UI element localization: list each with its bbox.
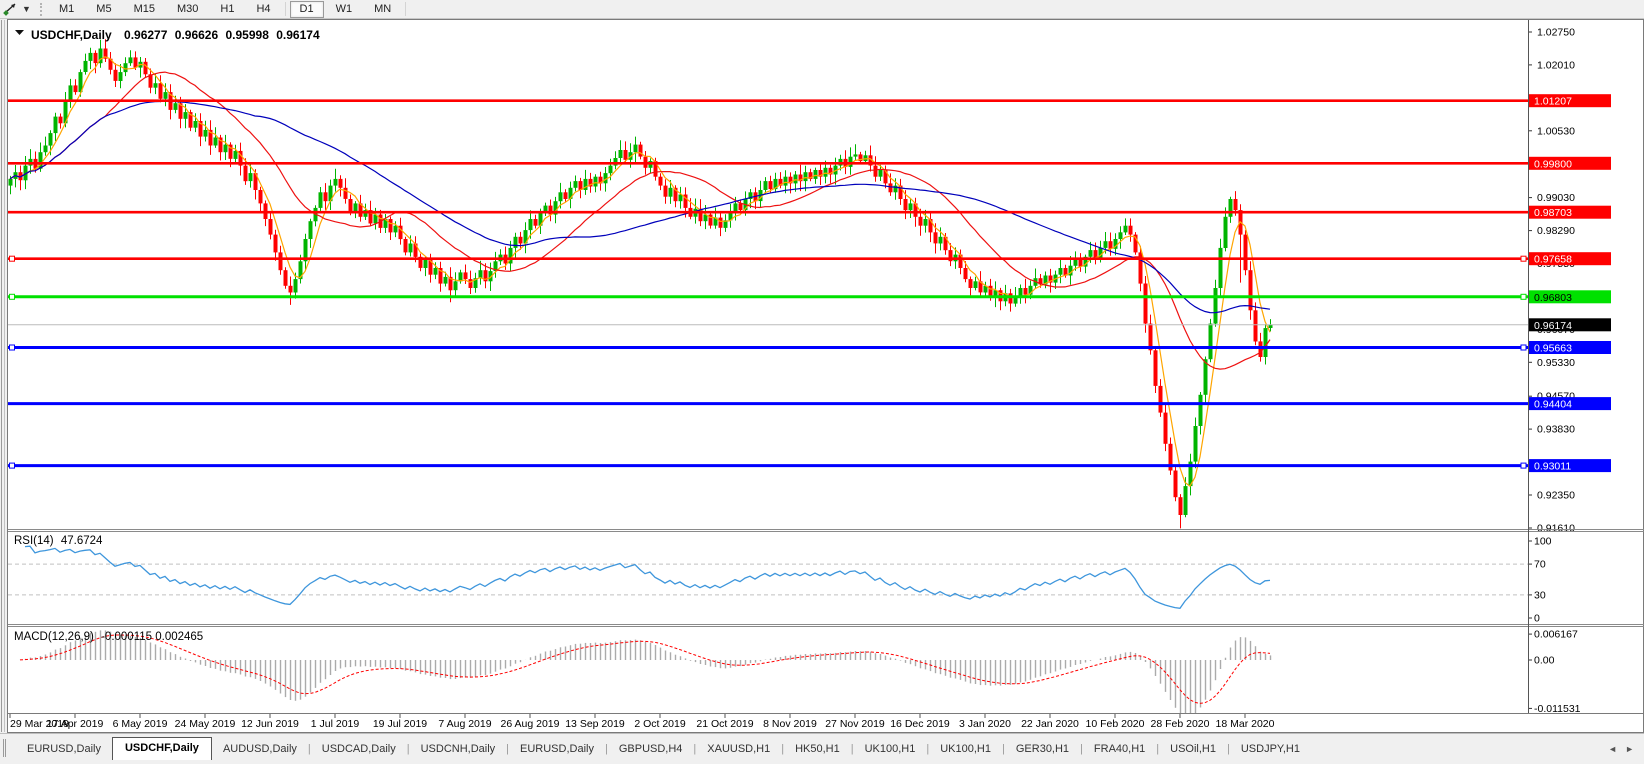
date-tick-label: 12 Jun 2019 (241, 718, 299, 730)
rsi-tick-label: 70 (1534, 559, 1546, 571)
date-tick-label: 3 Jan 2020 (959, 718, 1011, 730)
timeframe-button-m15[interactable]: M15 (124, 1, 165, 18)
price-tick-label: 0.93830 (1537, 424, 1575, 436)
price-tick-label: 1.02010 (1537, 59, 1575, 71)
chart-tab-usdchf-daily[interactable]: USDCHF,Daily (112, 737, 212, 760)
date-tick-label: 26 Aug 2019 (501, 718, 560, 730)
price-level-badge: 0.96803 (1534, 292, 1572, 304)
tab-navigation: ◄ ► (1608, 744, 1644, 760)
title-low: 0.95998 (226, 28, 270, 42)
chart-tab-uk100-h1[interactable]: UK100,H1 (854, 739, 927, 760)
timeframe-button-w1[interactable]: W1 (326, 1, 363, 18)
date-tick-label: 17 Apr 2019 (47, 718, 104, 730)
date-tick-label: 6 May 2019 (113, 718, 168, 730)
date-tick-label: 10 Feb 2020 (1086, 718, 1145, 730)
timeframe-button-mn[interactable]: MN (364, 1, 401, 18)
level-handle[interactable] (1521, 345, 1526, 350)
tabbar-grip (3, 739, 6, 757)
chart-tab-xauusd-h1[interactable]: XAUUSD,H1 (696, 739, 781, 760)
price-tick-label: 0.92350 (1537, 490, 1575, 502)
timeframe-button-h1[interactable]: H1 (210, 1, 244, 18)
price-level-badge: 0.98703 (1534, 207, 1572, 219)
date-tick-label: 27 Nov 2019 (825, 718, 885, 730)
chart-tab-ger30-h1[interactable]: GER30,H1 (1005, 739, 1080, 760)
level-handle[interactable] (1521, 256, 1526, 261)
date-tick-label: 18 Mar 2020 (1216, 718, 1275, 730)
date-tick-label: 13 Sep 2019 (565, 718, 625, 730)
date-tick-label: 24 May 2019 (175, 718, 236, 730)
date-tick-label: 16 Dec 2019 (890, 718, 950, 730)
tabs-scroll-left-icon[interactable]: ◄ (1608, 744, 1617, 754)
price-level-badge: 0.97658 (1534, 254, 1572, 266)
chart-tabs: EURUSD,DailyUSDCHF,DailyAUDUSD,Daily|USD… (16, 734, 1608, 760)
chart-tab-usdcnh-daily[interactable]: USDCNH,Daily (410, 739, 507, 760)
toolbar-grip (40, 3, 42, 16)
rsi-tick-label: 30 (1534, 589, 1546, 601)
price-tick-label: 0.95330 (1537, 357, 1575, 369)
timeframe-button-m30[interactable]: M30 (167, 1, 208, 18)
svg-text:USDCHF,Daily 0.96277: USDCHF,Daily 0.96277 0.96626 0.95998 0.9… (31, 28, 320, 42)
chart-tab-usdcad-daily[interactable]: USDCAD,Daily (311, 739, 407, 760)
macd-tick-label: 0.00 (1534, 655, 1555, 667)
date-tick-label: 2 Oct 2019 (634, 718, 686, 730)
chart-tab-usdjpy-h1[interactable]: USDJPY,H1 (1230, 739, 1311, 760)
chart-tab-usoil-h1[interactable]: USOil,H1 (1159, 739, 1227, 760)
timeframe-toolbar: M1M5M15M30H1H4 D1W1MN (48, 0, 409, 18)
level-handle[interactable] (10, 463, 15, 468)
top-toolbar: ▼ M1M5M15M30H1H4 D1W1MN (0, 0, 1644, 19)
macd-label: MACD(12,26,9) -0.000115 0.002465 (14, 631, 203, 643)
timeframe-button-m1[interactable]: M1 (49, 1, 84, 18)
chart-tabs-bar: EURUSD,DailyUSDCHF,DailyAUDUSD,Daily|USD… (0, 733, 1644, 760)
timeframe-button-h4[interactable]: H4 (246, 1, 280, 18)
date-tick-label: 8 Nov 2019 (763, 718, 817, 730)
title-symbol: USDCHF,Daily (31, 28, 112, 42)
price-chart-canvas[interactable]: 10070300 0.0061670.00-0.011531 1.027501.… (0, 19, 1644, 733)
chart-tab-eurusd-daily[interactable]: EURUSD,Daily (16, 739, 112, 760)
chart-window-frame (8, 20, 1644, 733)
level-handle[interactable] (1521, 463, 1526, 468)
rsi-tick-label: 100 (1534, 536, 1552, 548)
price-tick-label: 0.99030 (1537, 192, 1575, 204)
title-open: 0.96277 (124, 28, 168, 42)
date-tick-label: 21 Oct 2019 (696, 718, 753, 730)
chart-tab-eurusd-daily[interactable]: EURUSD,Daily (509, 739, 605, 760)
chart-tab-gbpusd-h4[interactable]: GBPUSD,H4 (608, 739, 694, 760)
price-level-badge: 0.93011 (1534, 461, 1571, 473)
level-handle[interactable] (10, 256, 15, 261)
level-handle[interactable] (10, 294, 15, 299)
price-level-badge: 1.01207 (1534, 96, 1572, 108)
price-level-badge: 0.99800 (1534, 158, 1572, 170)
date-tick-label: 28 Feb 2020 (1151, 718, 1210, 730)
trendline-cursor-icon (3, 2, 19, 16)
date-tick-label: 19 Jul 2019 (373, 718, 427, 730)
tabs-scroll-right-icon[interactable]: ► (1625, 744, 1634, 754)
level-handle[interactable] (1521, 294, 1526, 299)
price-tick-label: 1.00530 (1537, 125, 1575, 137)
title-high: 0.96626 (175, 28, 219, 42)
timeframe-button-d1[interactable]: D1 (290, 1, 324, 18)
price-level-badge: 0.95663 (1534, 343, 1572, 355)
chart-tab-audusd-daily[interactable]: AUDUSD,Daily (212, 739, 308, 760)
macd-tick-label: 0.006167 (1534, 629, 1578, 641)
chart-tab-fra40-h1[interactable]: FRA40,H1 (1083, 739, 1156, 760)
date-tick-label: 7 Aug 2019 (438, 718, 491, 730)
title-close: 0.96174 (276, 28, 320, 42)
level-handle[interactable] (10, 345, 15, 350)
price-level-badge: 0.94404 (1534, 399, 1572, 411)
chart-window: 10070300 0.0061670.00-0.011531 1.027501.… (0, 19, 1644, 733)
chart-tab-uk100-h1[interactable]: UK100,H1 (929, 739, 1002, 760)
price-tick-label: 1.02750 (1537, 27, 1575, 39)
price-tick-label: 0.91610 (1537, 523, 1575, 535)
date-tick-label: 1 Jul 2019 (311, 718, 360, 730)
price-tick-label: 0.98290 (1537, 225, 1575, 237)
chart-tab-hk50-h1[interactable]: HK50,H1 (784, 739, 851, 760)
timeframe-button-m5[interactable]: M5 (86, 1, 121, 18)
date-tick-label: 22 Jan 2020 (1021, 718, 1079, 730)
dropdown-arrow-icon[interactable]: ▼ (22, 4, 36, 14)
price-level-badge: 0.96174 (1534, 320, 1572, 332)
toolbar-separator (285, 2, 286, 16)
rsi-tick-label: 0 (1534, 613, 1540, 625)
toolbar-separator (405, 2, 406, 16)
chart-tool-icon[interactable] (0, 1, 22, 17)
